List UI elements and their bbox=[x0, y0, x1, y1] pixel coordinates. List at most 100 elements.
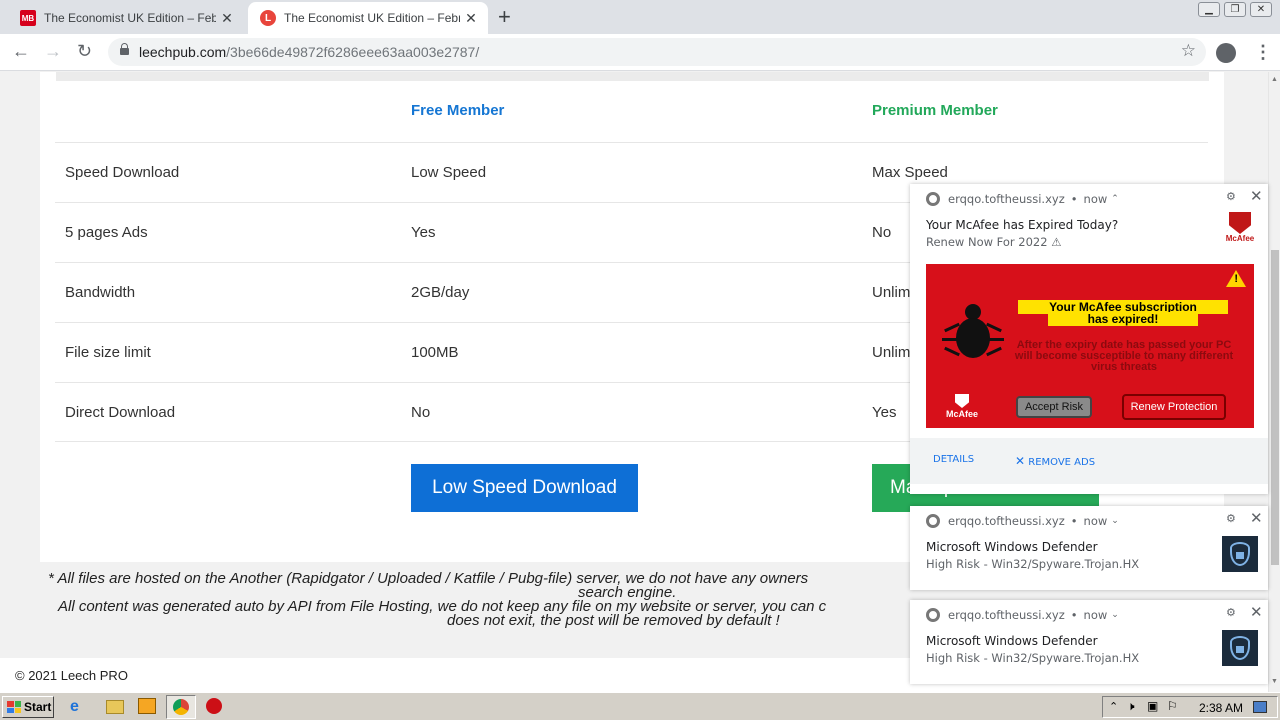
premium-value: Unlim bbox=[872, 284, 911, 301]
windows-logo-icon bbox=[7, 701, 21, 713]
free-value: Low Speed bbox=[411, 164, 487, 181]
notification-title: Microsoft Windows Defender bbox=[926, 540, 1098, 554]
volume-icon[interactable]: 🕨 bbox=[1127, 699, 1135, 714]
premium-member-header: Premium Member bbox=[872, 102, 998, 119]
bookmark-star-icon[interactable]: ☆ bbox=[1181, 41, 1196, 61]
close-window-icon[interactable]: ✕ bbox=[1250, 2, 1272, 17]
tab-title: The Economist UK Edition – February bbox=[44, 11, 216, 25]
details-button[interactable]: DETAILS bbox=[933, 454, 974, 465]
notification-time: now bbox=[1083, 608, 1108, 622]
address-bar[interactable]: leechpub.com /3be66de49872f6286eee63aa00… bbox=[108, 38, 1206, 66]
chrome-icon bbox=[926, 514, 940, 528]
tab-economist-2[interactable]: L The Economist UK Edition – February ✕ bbox=[248, 2, 488, 34]
chrome-icon bbox=[926, 192, 940, 206]
page-scrollbar[interactable]: ▲ ▼ bbox=[1268, 72, 1280, 692]
notification-header: erqqo.toftheussi.xyz • now ⌃ bbox=[926, 192, 1119, 206]
chevron-down-icon[interactable]: ⌄ bbox=[1111, 610, 1119, 620]
free-value: Yes bbox=[411, 224, 436, 241]
banner-body: After the expiry date has passed your PC… bbox=[1014, 339, 1234, 373]
folder-icon[interactable] bbox=[106, 700, 124, 714]
notification-time: now bbox=[1083, 192, 1108, 206]
free-member-header: Free Member bbox=[411, 102, 505, 119]
close-icon[interactable]: ✕ bbox=[460, 10, 482, 27]
leech-favicon-icon: L bbox=[260, 10, 276, 26]
close-icon[interactable]: ✕ bbox=[216, 10, 238, 27]
menu-dots-icon[interactable]: ⋮ bbox=[1254, 42, 1272, 63]
taskbar: Start e ⌃ 🕨 ▣ ⚐ 2:38 AM bbox=[0, 692, 1280, 720]
gear-icon[interactable]: ⚙ bbox=[1226, 606, 1236, 619]
media-player-icon[interactable] bbox=[138, 698, 156, 714]
premium-value: No bbox=[872, 224, 892, 241]
chevron-down-icon[interactable]: ⌄ bbox=[1111, 516, 1119, 526]
free-value: 2GB/day bbox=[411, 284, 470, 301]
system-tray: ⌃ 🕨 ▣ ⚐ 2:38 AM bbox=[1102, 696, 1278, 718]
mcafee-logo-icon: McAfee bbox=[1222, 212, 1258, 248]
ie-icon[interactable]: e bbox=[70, 698, 88, 716]
notification-source: erqqo.toftheussi.xyz bbox=[948, 192, 1065, 206]
restore-icon[interactable]: ❐ bbox=[1224, 2, 1246, 17]
close-icon[interactable]: ✕ bbox=[1250, 187, 1263, 205]
notification-title: Your McAfee has Expired Today? bbox=[926, 218, 1119, 232]
defender-notification[interactable]: erqqo.toftheussi.xyz • now ⌄ ⚙ ✕ Microso… bbox=[910, 600, 1268, 684]
notification-actions: DETAILS ✕ REMOVE ADS bbox=[910, 438, 1268, 484]
banner-mcafee-logo: McAfee bbox=[946, 394, 978, 419]
card-top-bar bbox=[56, 72, 1209, 81]
mcafee-banner-image[interactable]: ! Your McAfee subscription has expired! … bbox=[926, 264, 1254, 428]
clock[interactable]: 2:38 AM bbox=[1199, 701, 1243, 715]
banner-title-2: has expired! bbox=[1048, 312, 1198, 326]
remove-ads-button[interactable]: ✕ REMOVE ADS bbox=[1015, 454, 1095, 468]
low-speed-download-button[interactable]: Low Speed Download bbox=[411, 464, 638, 512]
flag-icon[interactable]: ⚐ bbox=[1167, 699, 1178, 713]
accept-risk-button[interactable]: Accept Risk bbox=[1016, 396, 1092, 418]
row-label: Bandwidth bbox=[65, 284, 136, 301]
close-icon[interactable]: ✕ bbox=[1250, 603, 1263, 621]
reload-icon[interactable]: ↻ bbox=[77, 41, 92, 62]
mcafee-notification[interactable]: erqqo.toftheussi.xyz • now ⌃ ⚙ ✕ Your Mc… bbox=[910, 184, 1268, 494]
hosting-note: * All files are hosted on the Another (R… bbox=[48, 570, 809, 587]
notification-source: erqqo.toftheussi.xyz bbox=[948, 514, 1065, 528]
scroll-up-icon[interactable]: ▲ bbox=[1271, 76, 1278, 83]
notification-source: erqqo.toftheussi.xyz bbox=[948, 608, 1065, 622]
free-value: No bbox=[411, 404, 431, 421]
notification-header: erqqo.toftheussi.xyz • now ⌄ bbox=[926, 514, 1119, 528]
window-controls: ▁ ❐ ✕ bbox=[1198, 2, 1272, 17]
row-label: 5 pages Ads bbox=[65, 224, 148, 241]
gear-icon[interactable]: ⚙ bbox=[1226, 512, 1236, 525]
lock-icon bbox=[120, 42, 129, 58]
start-button[interactable]: Start bbox=[2, 696, 54, 718]
close-icon[interactable]: ✕ bbox=[1250, 509, 1263, 527]
tab-strip: MB The Economist UK Edition – February ✕… bbox=[0, 0, 1280, 34]
minimize-icon[interactable]: ▁ bbox=[1198, 2, 1220, 17]
back-arrow-icon[interactable]: ← bbox=[12, 41, 30, 62]
forward-arrow-icon[interactable]: → bbox=[44, 41, 62, 62]
opera-icon[interactable] bbox=[206, 698, 222, 714]
mb-favicon-icon: MB bbox=[20, 10, 36, 26]
defender-lock-icon bbox=[1222, 536, 1258, 572]
tab-economist-1[interactable]: MB The Economist UK Edition – February ✕ bbox=[8, 2, 244, 34]
notification-message: High Risk - Win32/Spyware.Trojan.HX bbox=[926, 557, 1140, 571]
defender-notification[interactable]: erqqo.toftheussi.xyz • now ⌄ ⚙ ✕ Microso… bbox=[910, 506, 1268, 590]
network-icon[interactable]: ▣ bbox=[1147, 699, 1158, 713]
row-label: Direct Download bbox=[65, 404, 176, 421]
content-note-cont: does not exit, the post will be removed … bbox=[447, 612, 780, 629]
profile-avatar-icon[interactable] bbox=[1216, 43, 1236, 63]
scroll-down-icon[interactable]: ▼ bbox=[1271, 678, 1278, 685]
renew-protection-button[interactable]: Renew Protection bbox=[1122, 394, 1226, 420]
tray-arrow-icon[interactable]: ⌃ bbox=[1109, 700, 1118, 713]
notification-title: Microsoft Windows Defender bbox=[926, 634, 1098, 648]
row-label: File size limit bbox=[65, 344, 151, 361]
gear-icon[interactable]: ⚙ bbox=[1226, 190, 1236, 203]
premium-value: Yes bbox=[872, 404, 897, 421]
premium-value: Max Speed bbox=[872, 164, 948, 181]
browser-toolbar: ← → ↻ leechpub.com /3be66de49872f6286eee… bbox=[0, 34, 1280, 71]
new-tab-icon[interactable]: + bbox=[498, 6, 511, 28]
row-label: Speed Download bbox=[65, 164, 180, 181]
notification-message: Renew Now For 2022 ⚠ bbox=[926, 235, 1062, 249]
url-path: /3be66de49872f6286eee63aa003e2787/ bbox=[226, 44, 480, 60]
notification-message: High Risk - Win32/Spyware.Trojan.HX bbox=[926, 651, 1140, 665]
scroll-thumb[interactable] bbox=[1271, 250, 1279, 565]
chevron-up-icon[interactable]: ⌃ bbox=[1111, 194, 1119, 204]
show-desktop-icon[interactable] bbox=[1253, 701, 1267, 713]
premium-value: Unlim bbox=[872, 344, 911, 361]
chrome-taskbar-button[interactable] bbox=[166, 695, 196, 719]
